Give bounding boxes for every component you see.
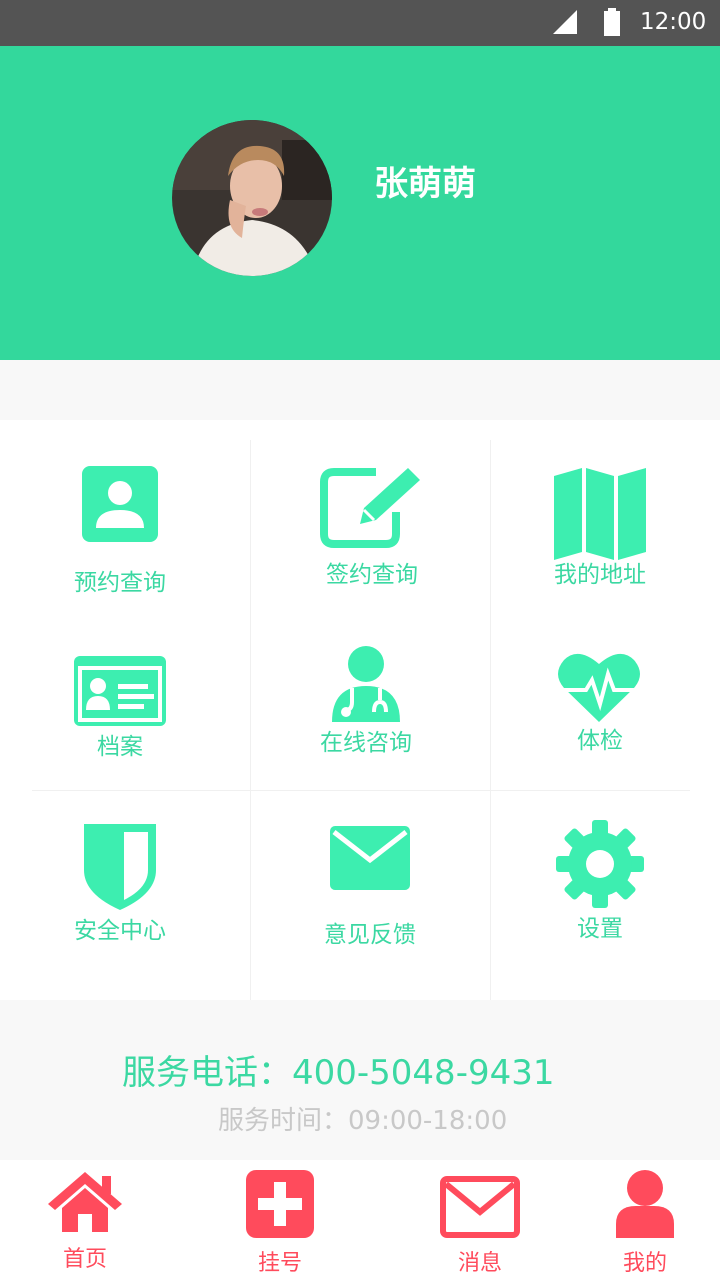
- user-name: 张萌萌: [374, 164, 476, 204]
- menu-label: 体检: [577, 728, 623, 754]
- service-hours: 服务时间：09:00-18:00: [218, 1106, 508, 1136]
- envelope-icon: [330, 826, 410, 890]
- contact-card-icon: [82, 466, 158, 542]
- nav-label: 我的: [622, 1251, 668, 1276]
- avatar[interactable]: [172, 120, 332, 276]
- nav-home[interactable]: 首页: [0, 1160, 170, 1280]
- signal-icon: [553, 10, 577, 34]
- menu-label: 在线咨询: [320, 730, 412, 756]
- doctor-stethoscope-icon: [332, 646, 400, 722]
- home-icon: [48, 1172, 122, 1232]
- menu-label: 签约查询: [326, 562, 418, 588]
- menu-label: 安全中心: [74, 918, 166, 944]
- status-time: 12:00: [640, 9, 707, 35]
- edit-pencil-icon: [320, 468, 420, 548]
- nav-label: 首页: [62, 1247, 108, 1272]
- menu-grid: 预约查询 签约查询 我的地址 档案 在线咨询 体检 安全中心 意见反馈 设置: [0, 420, 720, 1000]
- menu-item-settings[interactable]: 设置: [490, 790, 720, 1000]
- menu-label: 预约查询: [74, 570, 166, 596]
- menu-item-address[interactable]: 我的地址: [490, 420, 720, 620]
- menu-label: 意见反馈: [324, 922, 416, 948]
- menu-item-checkup[interactable]: 体检: [490, 620, 720, 790]
- menu-label: 档案: [97, 734, 143, 760]
- id-card-icon: [74, 656, 166, 726]
- heartbeat-icon: [558, 653, 640, 722]
- bottom-nav: 首页 挂号 消息 我的: [0, 1160, 720, 1280]
- message-envelope-icon: [440, 1176, 520, 1238]
- menu-item-security[interactable]: 安全中心: [0, 790, 250, 1000]
- profile-header: 张萌萌: [0, 46, 720, 360]
- nav-label: 消息: [457, 1251, 503, 1276]
- menu-label: 我的地址: [554, 562, 646, 588]
- status-bar: 12:00: [0, 0, 720, 46]
- service-phone[interactable]: 服务电话：400-5048-9431: [122, 1052, 555, 1094]
- nav-me[interactable]: 我的: [580, 1160, 720, 1280]
- map-icon: [554, 468, 646, 560]
- nav-messages[interactable]: 消息: [400, 1160, 560, 1280]
- person-icon: [616, 1170, 674, 1238]
- menu-item-consult[interactable]: 在线咨询: [250, 620, 490, 790]
- menu-item-records[interactable]: 档案: [0, 620, 250, 790]
- gear-icon: [556, 820, 644, 908]
- nav-label: 挂号: [257, 1251, 303, 1276]
- medical-cross-icon: [246, 1170, 314, 1238]
- menu-item-appointment[interactable]: 预约查询: [0, 420, 250, 620]
- menu-item-contract[interactable]: 签约查询: [250, 420, 490, 620]
- battery-icon: [604, 8, 620, 36]
- shield-icon: [84, 824, 156, 910]
- menu-label: 设置: [577, 916, 623, 942]
- menu-item-feedback[interactable]: 意见反馈: [250, 790, 490, 1000]
- nav-register[interactable]: 挂号: [180, 1160, 380, 1280]
